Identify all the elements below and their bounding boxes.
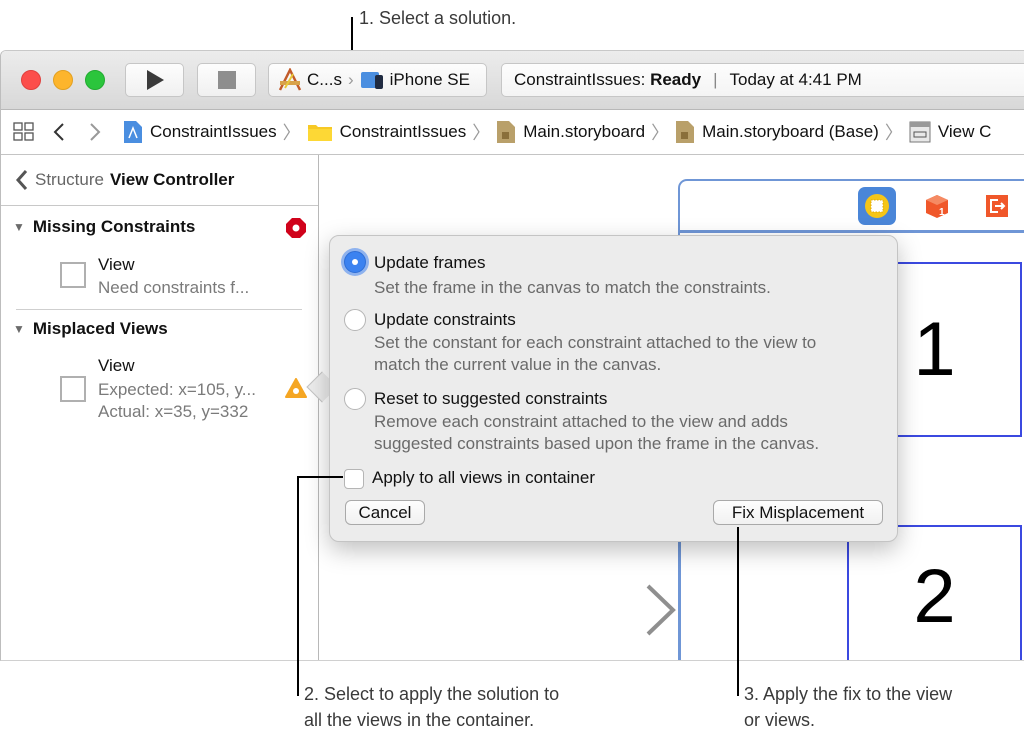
callout-2-leader-v xyxy=(297,476,299,696)
scene-dock: 1 xyxy=(680,181,1024,233)
svg-text:1: 1 xyxy=(939,207,945,218)
option-description: Set the constant for each constraint att… xyxy=(374,333,817,352)
stop-button[interactable] xyxy=(197,63,256,97)
sidebar-title: View Controller xyxy=(109,170,235,189)
app-scheme-icon xyxy=(278,68,302,91)
first-responder-icon: 1 xyxy=(926,195,948,218)
section-divider xyxy=(16,309,302,310)
scheme-separator: › xyxy=(347,70,354,89)
exit-icon xyxy=(986,195,1008,217)
disclosure-triangle-icon[interactable]: ▼ xyxy=(13,322,25,336)
callout-2-leader-h xyxy=(297,476,343,478)
run-button[interactable] xyxy=(125,63,184,97)
status-separator: | xyxy=(713,70,718,89)
option-description: suggested constraints based upon the fra… xyxy=(374,434,820,453)
warning-triangle-icon[interactable] xyxy=(285,378,307,398)
status-time: Today at 4:41 PM xyxy=(729,70,862,89)
breadcrumb-storyboard-base[interactable]: Main.storyboard (Base) xyxy=(675,120,879,144)
view-item-icon xyxy=(60,376,86,402)
status-state: Ready xyxy=(650,70,702,89)
view-controller-icon xyxy=(865,194,889,218)
scheme-name: C...s xyxy=(307,70,342,89)
apply-all-checkbox[interactable] xyxy=(344,469,364,489)
issue-item-detail-expected: Expected: x=105, y... xyxy=(98,380,256,399)
storyboard-icon xyxy=(676,121,695,143)
storyboard-icon xyxy=(497,121,516,143)
option-description: match the current value in the canvas. xyxy=(374,355,662,374)
view-controller-icon xyxy=(909,121,931,143)
cancel-button[interactable]: Cancel xyxy=(345,500,425,525)
scene-edge xyxy=(678,525,849,660)
callout-3-text: 3. Apply the fix to the view or views. xyxy=(744,684,953,730)
option-title: Reset to suggested constraints xyxy=(374,389,608,408)
callout-3-leader xyxy=(737,527,739,696)
exit-dock-item[interactable] xyxy=(978,187,1016,225)
view-item-icon xyxy=(60,262,86,288)
stop-icon xyxy=(217,71,236,89)
breadcrumb-separator: 〉 xyxy=(651,123,670,143)
breadcrumb-project[interactable]: ConstraintIssues xyxy=(123,120,277,144)
option-title: Update frames xyxy=(374,253,486,272)
back-nav-icon[interactable] xyxy=(53,122,65,142)
breadcrumb-separator: 〉 xyxy=(884,123,903,143)
structure-back-link[interactable]: Structure xyxy=(35,170,104,190)
issues-sidebar: Structure View Controller ▼ Missing Cons… xyxy=(1,155,319,660)
radio-update-constraints[interactable] xyxy=(344,309,366,331)
first-responder-dock-item[interactable]: 1 xyxy=(918,187,956,225)
folder-icon xyxy=(307,125,332,141)
jump-bar: ConstraintIssues 〉 ConstraintIssues 〉 Ma… xyxy=(1,110,1024,155)
play-icon xyxy=(146,70,164,90)
error-octagon-icon[interactable] xyxy=(285,217,307,239)
callout-1-text: 1. Select a solution. xyxy=(359,8,517,28)
destination-name: iPhone SE xyxy=(389,70,470,89)
breadcrumb-separator: 〉 xyxy=(472,123,491,143)
radio-reset-suggested[interactable] xyxy=(344,388,366,410)
section-misplaced-views[interactable]: ▼ Misplaced Views xyxy=(13,319,168,339)
breadcrumb-storyboard[interactable]: Main.storyboard xyxy=(496,120,645,144)
device-icon xyxy=(360,72,383,89)
sidebar-header: Structure View Controller xyxy=(1,155,318,206)
activity-status: ConstraintIssues: Ready | Today at 4:41 … xyxy=(501,63,1024,97)
disclosure-triangle-icon[interactable]: ▼ xyxy=(13,220,25,234)
toolbar: C...s › iPhone SE ConstraintIssues: Read… xyxy=(1,51,1024,110)
fix-misplacement-button[interactable]: Fix Misplacement xyxy=(713,500,883,525)
view-box-2-label: 2 xyxy=(913,553,956,639)
callout-2-text: 2. Select to apply the solution to all t… xyxy=(304,684,560,730)
option-title: Update constraints xyxy=(374,310,516,329)
breadcrumb-separator: 〉 xyxy=(282,123,301,143)
view-controller-dock-item[interactable] xyxy=(858,187,896,225)
close-window-button[interactable] xyxy=(21,70,41,90)
apply-all-label[interactable]: Apply to all views in container xyxy=(372,468,595,488)
view-box-1-label: 1 xyxy=(913,307,956,392)
scheme-selector[interactable]: C...s › iPhone SE xyxy=(268,63,487,97)
view-box-2[interactable]: 2 xyxy=(847,525,1022,660)
status-project: ConstraintIssues: xyxy=(514,70,651,89)
option-description: Set the frame in the canvas to match the… xyxy=(374,278,771,297)
issue-item-detail-actual: Actual: x=35, y=332 xyxy=(98,402,249,421)
breadcrumb-folder[interactable]: ConstraintIssues xyxy=(307,122,466,142)
initial-view-controller-arrow-icon xyxy=(520,584,676,636)
breadcrumb-view-controller[interactable]: View C xyxy=(909,121,991,143)
issue-item-title[interactable]: View xyxy=(98,255,135,275)
issue-item-detail: Need constraints f... xyxy=(98,278,250,297)
project-icon xyxy=(124,121,142,143)
forward-nav-icon[interactable] xyxy=(89,122,101,142)
back-chevron-icon[interactable] xyxy=(15,169,29,191)
minimize-window-button[interactable] xyxy=(53,70,73,90)
related-items-icon[interactable] xyxy=(13,122,35,142)
section-missing-constraints[interactable]: ▼ Missing Constraints xyxy=(13,217,195,237)
zoom-window-button[interactable] xyxy=(85,70,105,90)
fix-misplacement-popover: Update frames Set the frame in the canva… xyxy=(329,235,898,542)
option-description: Remove each constraint attached to the v… xyxy=(374,412,788,431)
radio-update-frames[interactable] xyxy=(344,251,366,273)
issue-item-title[interactable]: View xyxy=(98,356,135,376)
